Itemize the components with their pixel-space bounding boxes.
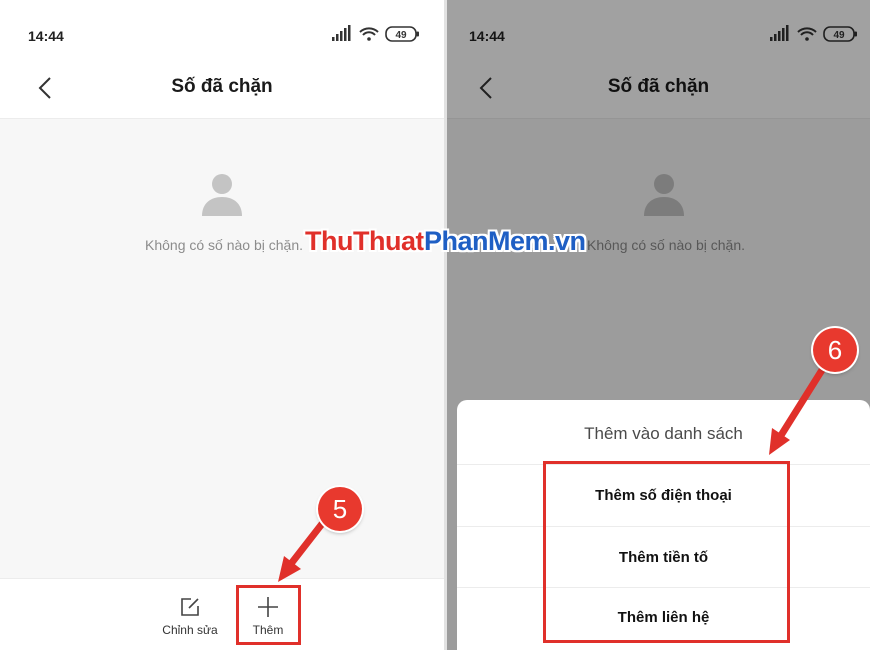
- watermark-part1: ThuThuat: [305, 226, 424, 256]
- sheet-title: Thêm vào danh sách: [584, 424, 743, 443]
- svg-text:49: 49: [395, 30, 407, 41]
- page-title: Số đã chặn: [171, 76, 273, 97]
- wifi-icon: [359, 27, 379, 41]
- empty-state-text: Không có số nào bị chặn.: [145, 237, 304, 253]
- step-6-marker: 6: [813, 328, 857, 372]
- status-bar: 14:44 49: [0, 0, 444, 58]
- watermark: ThuThuatPhanMem.vn: [305, 226, 586, 257]
- edit-button[interactable]: Chỉnh sửa: [155, 579, 225, 650]
- bottom-toolbar: Chỉnh sửa Thêm: [0, 578, 444, 650]
- highlight-add-button: [236, 585, 301, 645]
- step-5-marker: 5: [318, 487, 362, 531]
- status-icons: 49: [332, 25, 419, 42]
- watermark-part2: PhanMem.vn: [423, 226, 586, 256]
- title-bar: Số đã chặn: [0, 58, 444, 119]
- person-icon: [202, 174, 242, 216]
- battery-icon: 49: [385, 26, 419, 42]
- left-phone-screen: 14:44 49 Số đã chặn Không có số nào bị c…: [0, 0, 444, 650]
- signal-icon: [332, 25, 351, 41]
- highlight-sheet-options: [543, 461, 790, 643]
- edit-icon: [181, 598, 199, 616]
- edit-label: Chỉnh sửa: [162, 623, 218, 637]
- status-time: 14:44: [28, 28, 64, 44]
